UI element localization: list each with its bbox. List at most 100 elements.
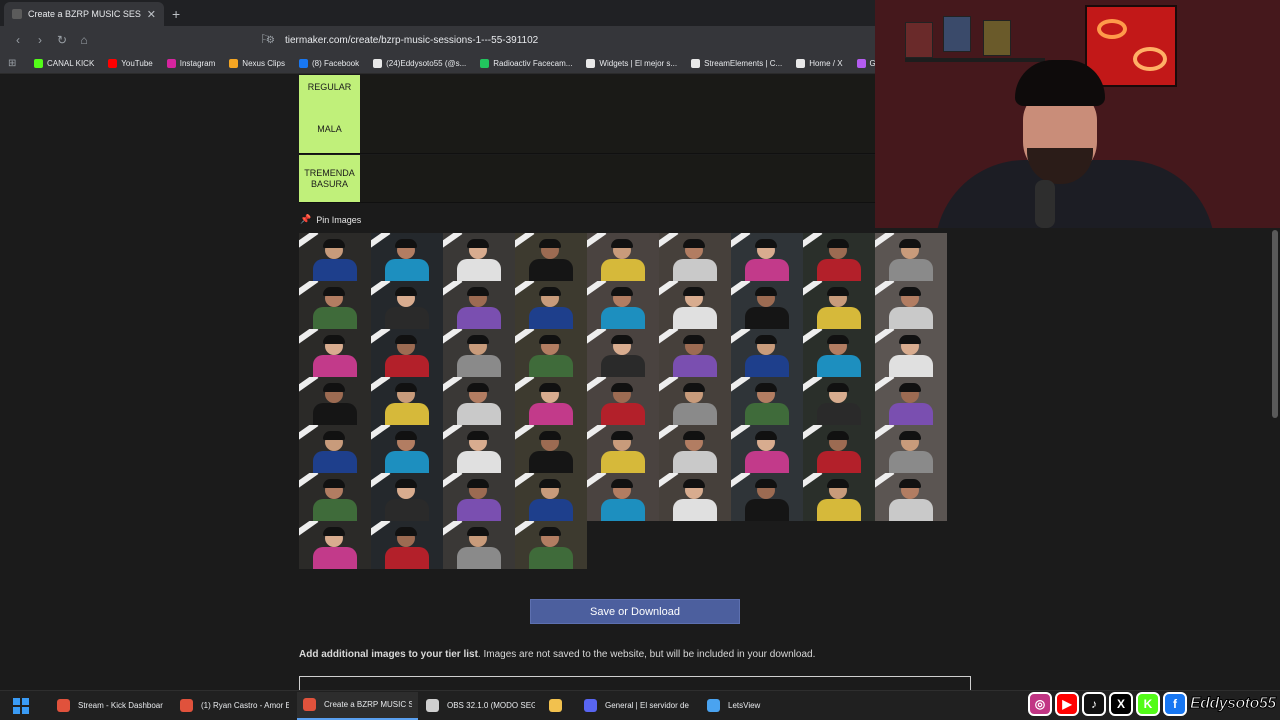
- apps-grid-icon[interactable]: ⊞: [8, 58, 22, 69]
- reload-icon[interactable]: ↻: [52, 33, 72, 47]
- artist-image-tile[interactable]: [299, 377, 371, 425]
- artist-image-tile[interactable]: [371, 521, 443, 569]
- home-icon[interactable]: ⌂: [74, 33, 94, 47]
- artist-image-tile[interactable]: [659, 329, 731, 377]
- browser-tab[interactable]: Create a BZRP MUSIC SESSIONS ✕: [4, 2, 164, 26]
- artist-image-tile[interactable]: [299, 521, 371, 569]
- artist-image-tile[interactable]: [443, 377, 515, 425]
- tier-label[interactable]: TREMENDA BASURA: [299, 155, 360, 202]
- artist-image-tile[interactable]: [731, 329, 803, 377]
- taskbar-app[interactable]: OBS 32.1.0 (MODO SEGU: [420, 692, 541, 720]
- bookmark-favicon-icon: [108, 59, 118, 68]
- artist-image-tile[interactable]: [803, 281, 875, 329]
- artist-image-tile[interactable]: [515, 329, 587, 377]
- bookmark-item[interactable]: (24)Eddysoto55 (@s...: [373, 59, 466, 68]
- tier-label[interactable]: MALA: [299, 106, 360, 153]
- artist-image-tile[interactable]: [443, 521, 515, 569]
- artist-image-tile[interactable]: [299, 425, 371, 473]
- artist-image-tile[interactable]: [659, 281, 731, 329]
- pin-images-header[interactable]: 📌 Pin Images: [300, 214, 361, 225]
- bookmark-item[interactable]: YouTube: [108, 59, 153, 68]
- artist-image-tile[interactable]: [875, 233, 947, 281]
- artist-image-tile[interactable]: [371, 281, 443, 329]
- bookmark-label: Nexus Clips: [242, 59, 285, 68]
- artist-image-tile[interactable]: [803, 329, 875, 377]
- page-scrollbar[interactable]: [1272, 230, 1278, 418]
- taskbar-app[interactable]: (1) Ryan Castro - Amor E: [174, 692, 295, 720]
- artist-image-tile[interactable]: [587, 233, 659, 281]
- artist-image-tile[interactable]: [731, 425, 803, 473]
- artist-image-tile[interactable]: [803, 473, 875, 521]
- artist-image-tile[interactable]: [299, 281, 371, 329]
- artist-image-tile[interactable]: [875, 377, 947, 425]
- bookmark-item[interactable]: Widgets | El mejor s...: [586, 59, 677, 68]
- bookmark-item[interactable]: Instagram: [166, 59, 215, 68]
- tier-drop-zone[interactable]: [360, 106, 875, 153]
- artist-image-tile[interactable]: [803, 425, 875, 473]
- new-tab-button[interactable]: +: [172, 2, 180, 26]
- artist-image-tile[interactable]: [443, 233, 515, 281]
- artist-image-tile[interactable]: [875, 473, 947, 521]
- artist-image-tile[interactable]: [587, 473, 659, 521]
- artist-image-tile[interactable]: [803, 377, 875, 425]
- artist-image-tile[interactable]: [587, 377, 659, 425]
- poster-image: [983, 20, 1011, 56]
- bookmark-item[interactable]: CANAL KICK: [34, 59, 94, 68]
- back-icon[interactable]: ‹: [8, 33, 28, 47]
- artist-image-tile[interactable]: [875, 281, 947, 329]
- artist-image-tile[interactable]: [515, 281, 587, 329]
- taskbar-app[interactable]: [543, 692, 576, 720]
- artist-image-tile[interactable]: [443, 473, 515, 521]
- taskbar-app[interactable]: General | El servidor de: [578, 692, 699, 720]
- file-upload-input[interactable]: [299, 676, 971, 690]
- artist-image-tile[interactable]: [659, 473, 731, 521]
- artist-image-tile[interactable]: [371, 233, 443, 281]
- bookmark-item[interactable]: Nexus Clips: [229, 59, 285, 68]
- bookmark-icon[interactable]: ⚐: [260, 32, 271, 46]
- artist-image-tile[interactable]: [371, 473, 443, 521]
- artist-image-tile[interactable]: [587, 425, 659, 473]
- artist-image-tile[interactable]: [875, 425, 947, 473]
- artist-image-tile[interactable]: [443, 425, 515, 473]
- artist-image-tile[interactable]: [299, 329, 371, 377]
- artist-image-tile[interactable]: [515, 473, 587, 521]
- taskbar-app[interactable]: LetsView: [701, 692, 822, 720]
- artist-image-tile[interactable]: [587, 329, 659, 377]
- artist-image-tile[interactable]: [515, 425, 587, 473]
- tab-close-icon[interactable]: ✕: [147, 8, 156, 21]
- artist-image-tile[interactable]: [587, 281, 659, 329]
- tv-pattern: [1133, 47, 1167, 71]
- artist-image-tile[interactable]: [659, 425, 731, 473]
- bookmark-item[interactable]: (8) Facebook: [298, 59, 359, 68]
- artist-image-tile[interactable]: [299, 233, 371, 281]
- artist-image-tile[interactable]: [443, 281, 515, 329]
- artist-image-tile[interactable]: [803, 233, 875, 281]
- artist-image-tile[interactable]: [731, 377, 803, 425]
- tile-figure-body: [889, 355, 933, 377]
- forward-icon[interactable]: ›: [30, 33, 50, 47]
- artist-image-tile[interactable]: [371, 377, 443, 425]
- artist-image-tile[interactable]: [515, 377, 587, 425]
- windows-start-icon[interactable]: [13, 697, 29, 714]
- tile-figure-cap: [611, 239, 633, 248]
- taskbar-app[interactable]: Create a BZRP MUSIC SE: [297, 691, 418, 720]
- artist-image-tile[interactable]: [875, 329, 947, 377]
- artist-image-tile[interactable]: [731, 473, 803, 521]
- taskbar-app[interactable]: Stream - Kick Dashboar: [51, 692, 172, 720]
- artist-image-tile[interactable]: [659, 377, 731, 425]
- artist-image-tile[interactable]: [443, 329, 515, 377]
- artist-image-tile[interactable]: [515, 521, 587, 569]
- artist-image-tile[interactable]: [731, 281, 803, 329]
- artist-image-tile[interactable]: [515, 233, 587, 281]
- artist-image-tile[interactable]: [731, 233, 803, 281]
- address-bar[interactable]: ⚙ tiermaker.com/create/bzrp-music-sessio…: [266, 30, 860, 50]
- artist-image-tile[interactable]: [371, 329, 443, 377]
- bookmark-item[interactable]: Radioactiv Facecam...: [480, 59, 572, 68]
- artist-image-tile[interactable]: [659, 233, 731, 281]
- artist-image-tile[interactable]: [299, 473, 371, 521]
- save-download-button[interactable]: Save or Download: [530, 599, 740, 624]
- tier-drop-zone[interactable]: [360, 155, 875, 202]
- bookmark-item[interactable]: StreamElements | C...: [691, 59, 782, 68]
- bookmark-item[interactable]: Home / X: [796, 59, 843, 68]
- artist-image-tile[interactable]: [371, 425, 443, 473]
